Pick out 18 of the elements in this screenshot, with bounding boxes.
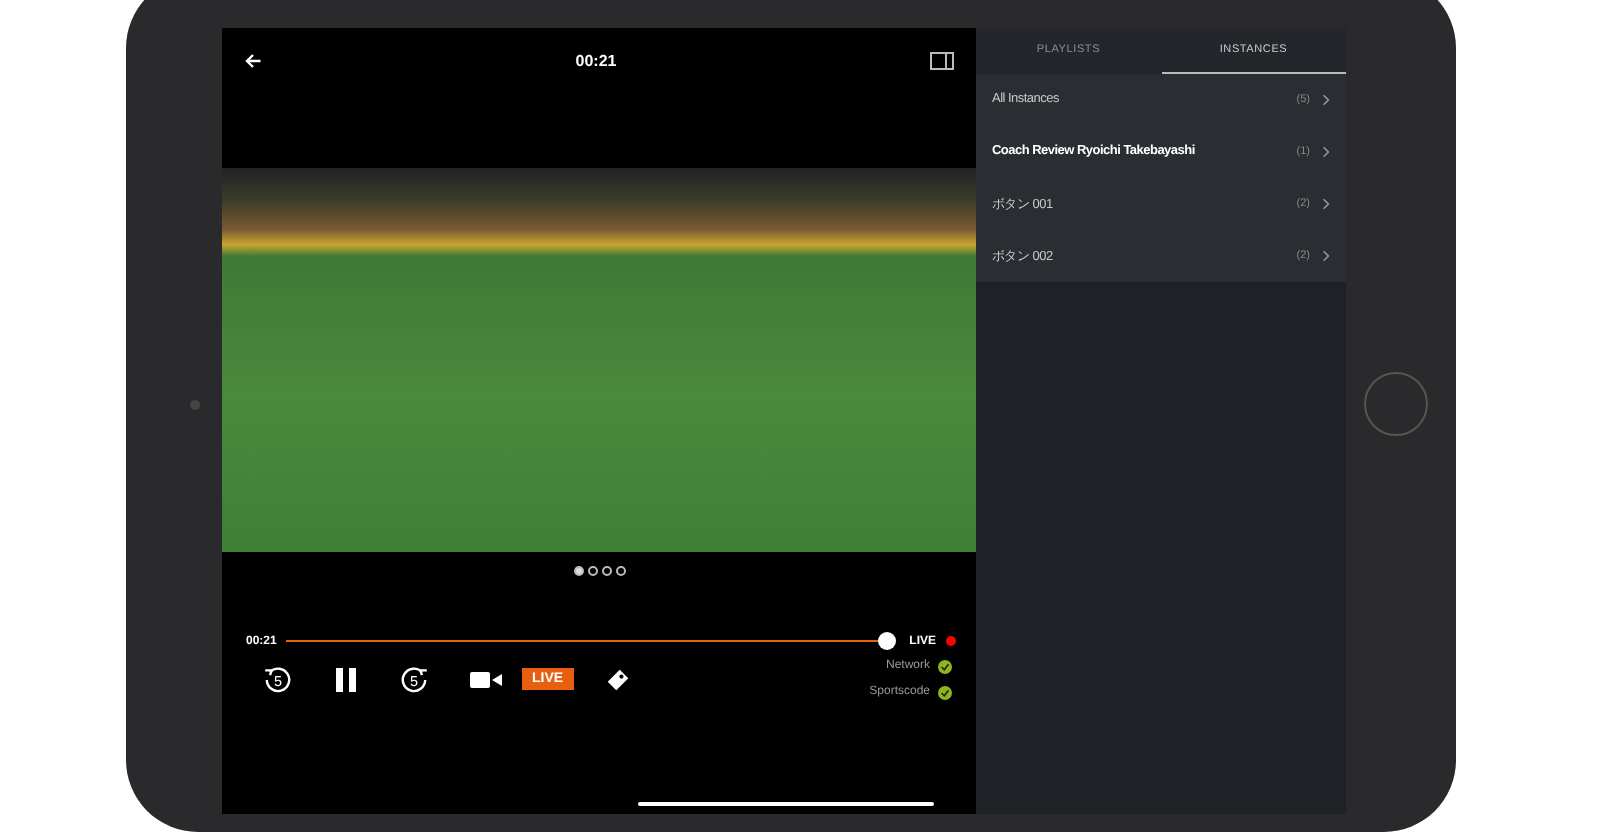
pause-button[interactable] (334, 665, 358, 693)
camera-icon (190, 399, 200, 409)
panel-toggle-icon[interactable] (930, 51, 954, 69)
page-dot[interactable] (601, 565, 611, 575)
video-camera-icon[interactable] (470, 667, 502, 691)
video-time: 00:21 (575, 51, 617, 69)
chevron-right-icon (1322, 249, 1330, 261)
live-dot-icon (946, 636, 956, 646)
chevron-right-icon (1322, 93, 1330, 105)
page-dot[interactable] (573, 565, 583, 575)
skip-back-button[interactable]: 5 (262, 663, 294, 695)
chevron-right-icon (1322, 145, 1330, 157)
page-dot[interactable] (615, 565, 625, 575)
page-dot[interactable] (587, 565, 597, 575)
skip-forward-button[interactable]: 5 (398, 663, 430, 695)
progress-thumb[interactable] (878, 631, 897, 650)
chevron-right-icon (1322, 197, 1330, 209)
back-arrow-icon[interactable] (244, 51, 262, 69)
